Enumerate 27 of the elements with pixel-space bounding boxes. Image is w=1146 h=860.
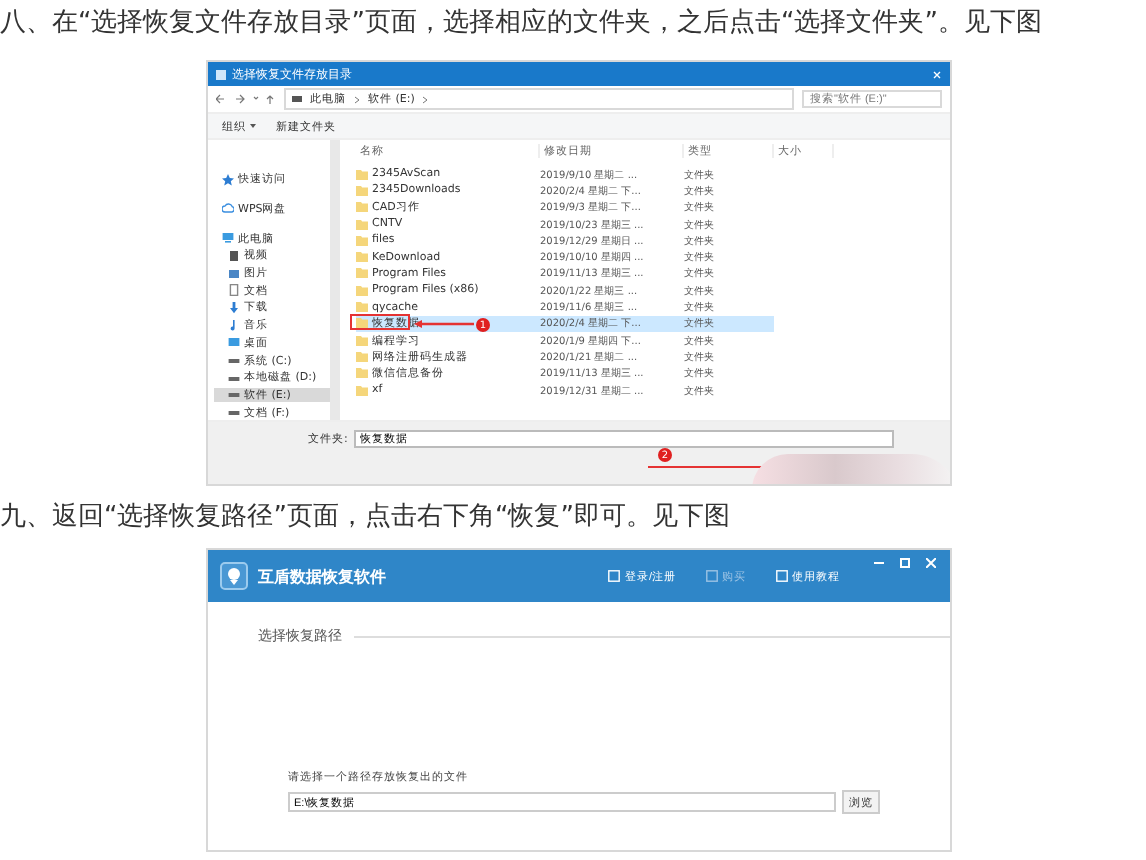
chevron-icon — [354, 95, 360, 103]
highlight-frame — [350, 314, 410, 331]
pc-icon — [222, 232, 234, 245]
nav-arrows-icon[interactable] — [216, 94, 276, 104]
link-icon — [608, 570, 621, 582]
app-title: 互盾数据恢复软件 — [258, 565, 388, 587]
chevron-icon — [422, 95, 429, 103]
maximize-icon[interactable] — [896, 554, 912, 570]
pc-icon — [292, 95, 302, 103]
instruction-text: 八、在“选择恢复文件存放目录”页面，选择相应的文件夹，之后点击“选择文件夹”。见下图 — [0, 6, 1044, 42]
caret-icon — [250, 124, 256, 128]
cloud-icon — [222, 202, 234, 215]
instruction-text: 九、返回“选择恢复路径”页面，点击右下角“恢复”即可。见下图 — [0, 500, 732, 536]
annotation-arrow — [414, 320, 474, 329]
link-icon — [706, 570, 718, 582]
music-icon — [228, 319, 240, 332]
window-icon — [216, 69, 226, 79]
desktop-icon — [228, 336, 240, 349]
star-icon — [222, 173, 234, 186]
video-icon — [228, 249, 240, 262]
image-icon — [228, 267, 240, 280]
link-icon — [776, 570, 788, 582]
close-icon[interactable] — [932, 69, 942, 79]
close-icon[interactable] — [922, 554, 938, 570]
doc-icon — [228, 284, 240, 297]
logo-icon — [220, 562, 248, 590]
download-icon — [228, 301, 240, 314]
